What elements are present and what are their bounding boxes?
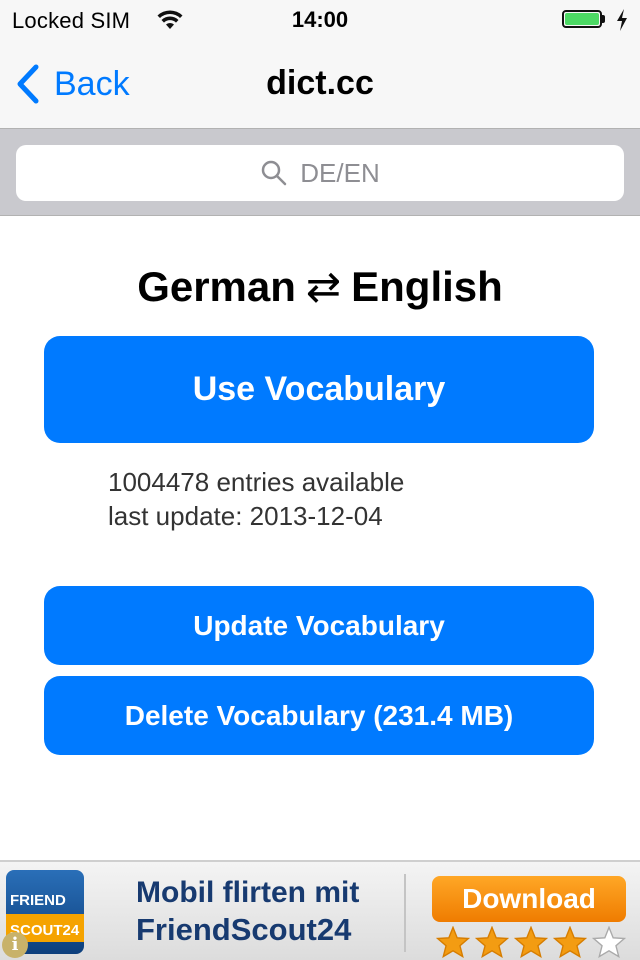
- star-filled-icon: [436, 926, 470, 958]
- ad-banner[interactable]: FRIEND SCOUT24 i Mobil flirten mit Frien…: [0, 860, 640, 960]
- entries-count: 1004478 entries available: [108, 467, 405, 497]
- charging-bolt-icon: [617, 9, 627, 31]
- battery-level: [565, 13, 599, 25]
- swap-arrows-icon: ⇄: [305, 263, 342, 310]
- navigation-bar: Back dict.cc: [0, 40, 640, 128]
- search-icon: [262, 160, 287, 186]
- ad-download-button[interactable]: Download: [432, 876, 626, 922]
- delete-vocabulary-button[interactable]: Delete Vocabulary (231.4 MB): [44, 676, 594, 755]
- star-empty-icon: [592, 926, 626, 958]
- clock: 14:00: [291, 7, 349, 32]
- use-vocabulary-button[interactable]: Use Vocabulary: [44, 336, 594, 443]
- star-filled-icon: [475, 926, 509, 958]
- search-placeholder: DE/EN: [300, 157, 380, 188]
- ad-headline: Mobil flirten mit: [136, 876, 360, 909]
- page-title: dict.cc: [266, 64, 374, 102]
- search-bar: DE/EN: [0, 128, 640, 216]
- ad-divider: [404, 874, 406, 952]
- ad-brand: FriendScout24: [136, 912, 352, 947]
- last-update: last update: 2013-12-04: [108, 501, 383, 531]
- ad-rating: [436, 926, 631, 958]
- search-input[interactable]: DE/EN: [16, 145, 624, 201]
- star-filled-icon: [553, 926, 587, 958]
- star-filled-icon: [514, 926, 548, 958]
- source-language: German: [137, 263, 296, 310]
- status-bar: Locked SIM 14:00: [0, 0, 640, 40]
- logo-text-friend: FRIEND: [10, 892, 66, 909]
- battery-icon: [562, 10, 610, 30]
- vocabulary-info: 1004478 entries available last update: 2…: [108, 465, 404, 533]
- language-pair-heading: German ⇄ English: [0, 262, 640, 311]
- ad-info-icon[interactable]: i: [2, 932, 28, 958]
- target-language: English: [351, 263, 503, 310]
- update-vocabulary-button[interactable]: Update Vocabulary: [44, 586, 594, 665]
